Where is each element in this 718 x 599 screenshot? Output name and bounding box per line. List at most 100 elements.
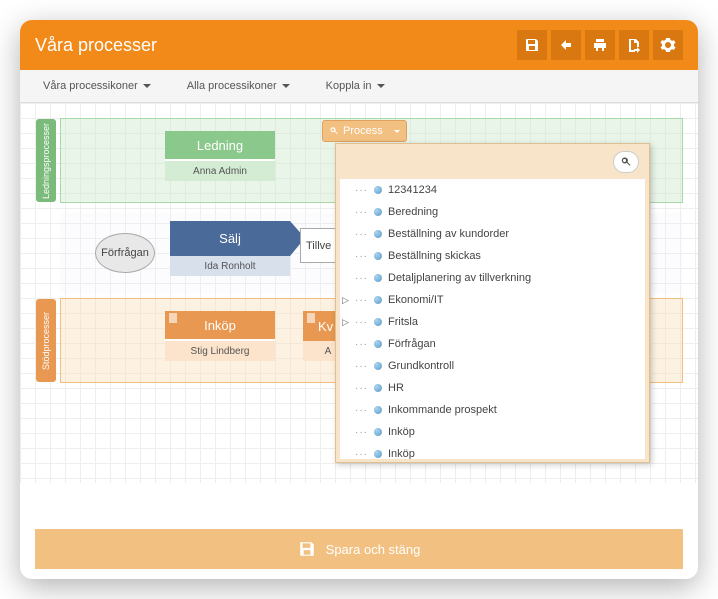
gear-icon xyxy=(660,37,676,53)
process-tree-list[interactable]: ··· 12341234 ··· Beredning ··· Beställning av… xyxy=(340,179,645,459)
tree-connector: ··· xyxy=(355,229,368,240)
tree-item-label: Förfrågan xyxy=(388,338,436,350)
tree-item[interactable]: ▷ ··· Fritsla xyxy=(340,311,645,333)
menu-our-icons[interactable]: Våra processikoner xyxy=(35,75,159,97)
expand-icon[interactable]: ▷ xyxy=(342,317,349,328)
header-toolbar xyxy=(517,30,683,60)
process-bullet-icon xyxy=(374,318,382,326)
chevron-down-icon xyxy=(143,84,151,88)
expand-icon[interactable]: ▷ xyxy=(342,295,349,306)
tree-item-label: Beställning av kundorder xyxy=(388,228,509,240)
tree-connector: ··· xyxy=(355,207,368,218)
save-and-close-button[interactable]: Spara och stäng xyxy=(35,529,683,569)
tree-connector: ··· xyxy=(355,339,368,350)
save-icon xyxy=(524,37,540,53)
process-bullet-icon xyxy=(374,450,382,458)
process-box-inkop[interactable]: Inköp Stig Lindberg xyxy=(165,311,275,366)
box-owner: Stig Lindberg xyxy=(165,341,275,361)
tree-connector: ··· xyxy=(355,361,368,372)
search-button[interactable] xyxy=(613,151,639,173)
tree-item[interactable]: ··· Detaljplanering av tillverkning xyxy=(340,267,645,289)
process-canvas[interactable]: Ledningsprocesser Stödprocesser Ledning … xyxy=(20,103,698,483)
tree-item[interactable]: ··· Beställning av kundorder xyxy=(340,223,645,245)
process-bullet-icon xyxy=(374,208,382,216)
chevron-down-icon xyxy=(282,84,290,88)
box-owner: Anna Admin xyxy=(165,161,275,181)
tree-connector: ··· xyxy=(355,427,368,438)
print-icon xyxy=(592,37,608,53)
box-title: Inköp xyxy=(165,311,275,341)
back-arrow-icon xyxy=(558,37,574,53)
print-button[interactable] xyxy=(585,30,615,60)
tree-item[interactable]: ··· Inköp xyxy=(340,421,645,443)
menu-label: Våra processikoner xyxy=(43,80,138,92)
section-tab-stod[interactable]: Stödprocesser xyxy=(36,299,56,382)
section-tab-ledning[interactable]: Ledningsprocesser xyxy=(36,119,56,202)
process-bullet-icon xyxy=(374,384,382,392)
process-picker-popup: ··· 12341234 ··· Beredning ··· Beställning av… xyxy=(335,143,650,463)
tree-connector: ··· xyxy=(355,273,368,284)
tree-item-label: Detaljplanering av tillverkning xyxy=(388,272,531,284)
menu-label: Koppla in xyxy=(326,80,372,92)
chevron-down-icon xyxy=(377,84,385,88)
tree-connector: ··· xyxy=(355,383,368,394)
back-button[interactable] xyxy=(551,30,581,60)
process-bullet-icon xyxy=(374,186,382,194)
tree-connector: ··· xyxy=(355,449,368,460)
button-label: Spara och stäng xyxy=(326,542,421,557)
export-icon xyxy=(626,37,642,53)
tree-connector: ··· xyxy=(355,251,368,262)
process-box-forfragan[interactable]: Förfrågan xyxy=(95,233,155,273)
page-title: Våra processer xyxy=(35,35,157,56)
tree-connector: ··· xyxy=(355,185,368,196)
tree-item[interactable]: ··· HR xyxy=(340,377,645,399)
tree-item[interactable]: ··· Beställning skickas xyxy=(340,245,645,267)
menu-all-icons[interactable]: Alla processikoner xyxy=(179,75,298,97)
search-icon xyxy=(620,156,632,168)
export-button[interactable] xyxy=(619,30,649,60)
document-icon xyxy=(169,313,177,323)
process-bullet-icon xyxy=(374,274,382,282)
process-bullet-icon xyxy=(374,362,382,370)
search-icon xyxy=(329,126,339,136)
tree-connector: ··· xyxy=(355,405,368,416)
process-bullet-icon xyxy=(374,428,382,436)
tree-item-label: Beställning skickas xyxy=(388,250,481,262)
process-bullet-icon xyxy=(374,230,382,238)
menu-link[interactable]: Koppla in xyxy=(318,75,393,97)
popup-search-row xyxy=(336,144,649,179)
tree-item-label: Fritsla xyxy=(388,316,418,328)
tree-item[interactable]: ▷ ··· Ekonomi/IT xyxy=(340,289,645,311)
save-icon xyxy=(298,540,316,558)
process-box-salj[interactable]: Sälj Ida Ronholt xyxy=(170,221,290,281)
tree-connector: ··· xyxy=(355,295,368,306)
menu-label: Alla processikoner xyxy=(187,80,277,92)
process-dropdown-trigger[interactable]: Process xyxy=(322,120,407,142)
document-icon xyxy=(307,313,315,323)
chevron-down-icon xyxy=(394,130,400,133)
tree-connector: ··· xyxy=(355,317,368,328)
tree-item-label: Ekonomi/IT xyxy=(388,294,444,306)
menubar: Våra processikoner Alla processikoner Ko… xyxy=(20,70,698,103)
save-button[interactable] xyxy=(517,30,547,60)
process-box-ledning[interactable]: Ledning Anna Admin xyxy=(165,131,275,186)
tree-item[interactable]: ··· Förfrågan xyxy=(340,333,645,355)
tree-item[interactable]: ··· Inkommande prospekt xyxy=(340,399,645,421)
tree-item-label: HR xyxy=(388,382,404,394)
settings-button[interactable] xyxy=(653,30,683,60)
tree-item-label: Inkommande prospekt xyxy=(388,404,497,416)
tree-item[interactable]: ··· Beredning xyxy=(340,201,645,223)
tree-item[interactable]: ··· Inköp xyxy=(340,443,645,459)
tree-item-label: Grundkontroll xyxy=(388,360,454,372)
process-bullet-icon xyxy=(374,296,382,304)
dropdown-label: Process xyxy=(343,125,383,137)
tree-item-label: Inköp xyxy=(388,426,415,438)
tree-item-label: Beredning xyxy=(388,206,438,218)
tree-item[interactable]: ··· Grundkontroll xyxy=(340,355,645,377)
tree-item-label: Inköp xyxy=(388,448,415,459)
app-window: Våra processer Våra processikoner xyxy=(20,20,698,579)
process-bullet-icon xyxy=(374,252,382,260)
tree-item-label: 12341234 xyxy=(388,184,437,196)
tree-item[interactable]: ··· 12341234 xyxy=(340,179,645,201)
process-bullet-icon xyxy=(374,406,382,414)
